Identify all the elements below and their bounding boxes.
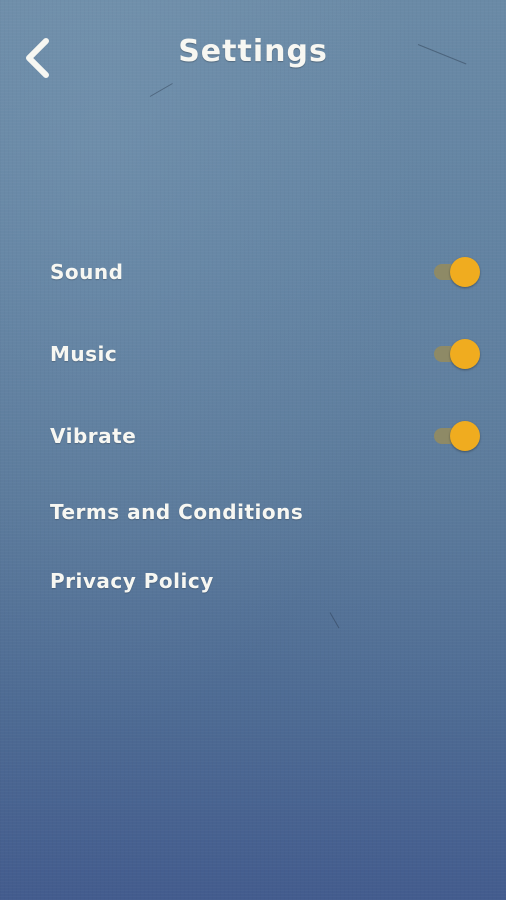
terms-and-conditions-link[interactable]: Terms and Conditions bbox=[0, 482, 506, 542]
toggle-thumb bbox=[450, 257, 480, 287]
privacy-policy-label: Privacy Policy bbox=[50, 569, 214, 593]
music-label: Music bbox=[50, 342, 118, 366]
terms-and-conditions-label: Terms and Conditions bbox=[50, 500, 304, 524]
background-scratch bbox=[329, 612, 340, 629]
privacy-policy-link[interactable]: Privacy Policy bbox=[0, 551, 506, 611]
sound-label: Sound bbox=[50, 260, 124, 284]
vibrate-toggle[interactable] bbox=[432, 421, 484, 451]
vibrate-label: Vibrate bbox=[50, 424, 137, 448]
music-setting-row: Music bbox=[0, 324, 506, 384]
sound-setting-row: Sound bbox=[0, 242, 506, 302]
app-header: Settings bbox=[0, 0, 506, 112]
toggle-thumb bbox=[450, 339, 480, 369]
music-toggle[interactable] bbox=[432, 339, 484, 369]
vibrate-setting-row: Vibrate bbox=[0, 406, 506, 466]
page-title: Settings bbox=[178, 34, 328, 69]
toggle-thumb bbox=[450, 421, 480, 451]
sound-toggle[interactable] bbox=[432, 257, 484, 287]
